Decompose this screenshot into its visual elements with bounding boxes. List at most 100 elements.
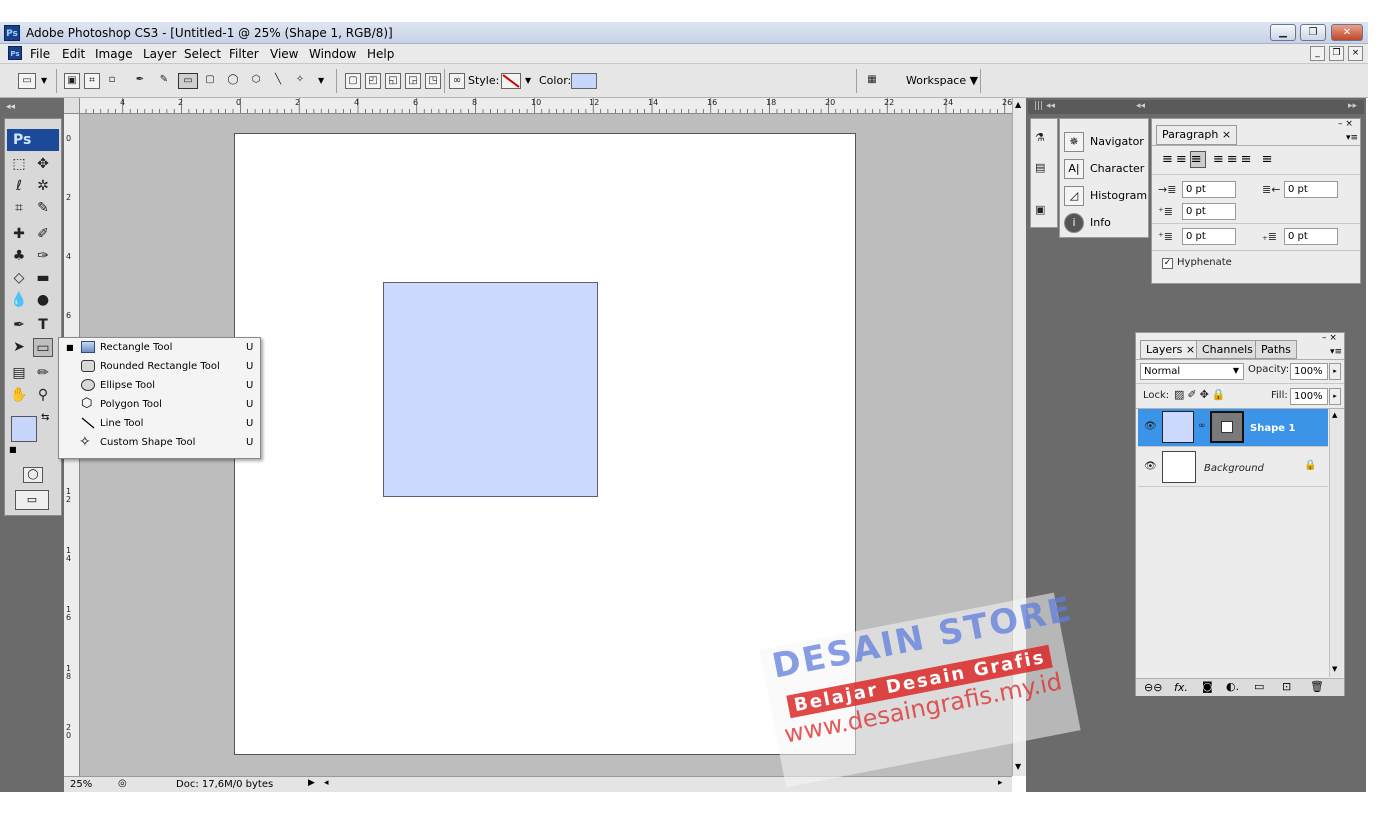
menu-view[interactable]: View [270, 47, 298, 61]
polygon-option-icon[interactable]: ⬡ [248, 73, 264, 89]
visibility-eye-icon[interactable]: 👁 [1144, 461, 1157, 472]
panel-minimize-icon[interactable]: – × [1338, 119, 1353, 129]
screen-mode-icon[interactable]: ▭ [15, 490, 49, 510]
custom-shape-option-icon[interactable]: ✧ [292, 73, 308, 89]
dock-expand-icon[interactable]: ▸▸ [1348, 101, 1357, 111]
swap-colors-icon[interactable]: ⇆ [41, 412, 49, 423]
exclude-shape-area-icon[interactable]: ◳ [425, 73, 441, 89]
menu-image[interactable]: Image [95, 47, 133, 61]
maximize-button[interactable]: ❐ [1300, 24, 1326, 41]
crop-tool-icon[interactable]: ⌗ [9, 199, 29, 218]
tool-presets-icon[interactable]: ▤ [1035, 161, 1045, 174]
space-before-field[interactable]: 0 pt [1182, 228, 1236, 245]
new-group-icon[interactable]: ▭ [1254, 680, 1264, 693]
notes-tool-icon[interactable]: ▤ [9, 364, 29, 383]
opacity-slider-icon[interactable]: ▸ [1329, 363, 1341, 380]
doc-minimize-button[interactable]: _ [1310, 46, 1325, 61]
dock-collapse-icon[interactable]: ◂◂ [1136, 101, 1145, 111]
rectangle-shape[interactable] [383, 282, 598, 497]
dock-collapse-icon[interactable]: ◂◂ [1046, 101, 1055, 111]
space-after-field[interactable]: 0 pt [1284, 228, 1338, 245]
layer-comps-icon[interactable]: ▣ [1035, 203, 1045, 216]
dodge-tool-icon[interactable]: ● [33, 291, 53, 310]
layer-name[interactable]: Shape 1 [1250, 423, 1295, 434]
tab-channels[interactable]: Channels [1196, 340, 1259, 359]
zoom-tool-icon[interactable]: ⚲ [33, 386, 53, 405]
healing-brush-tool-icon[interactable]: ✚ [9, 225, 29, 244]
menu-help[interactable]: Help [367, 47, 394, 61]
flyout-item-rounded-rectangle[interactable]: Rounded Rectangle Tool U [59, 357, 260, 376]
lock-icons[interactable]: ▨✐✥🔒 [1174, 388, 1229, 401]
indent-first-line-field[interactable]: 0 pt [1182, 203, 1236, 220]
adjustment-layer-icon[interactable]: ◐. [1226, 680, 1239, 693]
minimize-button[interactable]: ▁ [1270, 24, 1296, 41]
indent-right-field[interactable]: 0 pt [1284, 181, 1338, 198]
paths-icon[interactable]: ⌗ [84, 73, 100, 89]
pen-tool-icon[interactable]: ✒ [9, 316, 29, 335]
path-selection-tool-icon[interactable]: ➤ [9, 338, 29, 357]
link-layers-icon[interactable]: ⊖⊖ [1144, 681, 1162, 694]
status-menu-icon[interactable]: ▶ [308, 778, 315, 788]
style-dropdown-icon[interactable]: ▼ [525, 76, 531, 85]
fill-field[interactable]: 100% [1290, 388, 1328, 405]
eraser-tool-icon[interactable]: ◇ [9, 269, 29, 288]
line-option-icon[interactable]: ╲ [270, 73, 286, 89]
default-colors-icon[interactable]: ■ [9, 445, 17, 454]
hyphenate-checkbox[interactable]: ✓ [1162, 258, 1173, 269]
fx-icon[interactable]: fx. [1174, 681, 1188, 694]
histogram-tab[interactable]: ◿ Histogram [1064, 185, 1147, 207]
subtract-shape-area-icon[interactable]: ◱ [385, 73, 401, 89]
navigator-tab[interactable]: ✵ Navigator [1064, 131, 1144, 153]
blend-mode-select[interactable]: Normal ▼ [1140, 363, 1244, 380]
menu-filter[interactable]: Filter [229, 47, 259, 61]
marquee-tool-icon[interactable]: ⬚ [9, 155, 29, 174]
scroll-up-icon[interactable]: ▲ [1015, 100, 1021, 109]
link-layer-style-icon[interactable]: ∞ [449, 73, 465, 89]
bridge-icon[interactable]: ▦ [864, 73, 880, 89]
tab-layers[interactable]: Layers × [1140, 340, 1202, 359]
visibility-eye-icon[interactable]: 👁 [1144, 421, 1157, 432]
slice-tool-icon[interactable]: ✎ [33, 199, 53, 218]
blur-tool-icon[interactable]: 💧 [9, 291, 29, 310]
doc-close-button[interactable]: × [1348, 46, 1363, 61]
menu-layer[interactable]: Layer [143, 47, 176, 61]
magic-wand-tool-icon[interactable]: ✲ [33, 177, 53, 196]
gradient-tool-icon[interactable]: ▬ [33, 269, 53, 288]
indent-left-field[interactable]: 0 pt [1182, 181, 1236, 198]
freeform-pen-icon[interactable]: ✎ [156, 73, 172, 89]
layer-name[interactable]: Background [1204, 463, 1264, 474]
shape-layers-icon[interactable]: ▣ [64, 73, 80, 89]
pen-tool-icon[interactable]: ✒ [132, 73, 148, 89]
scroll-down-icon[interactable]: ▼ [1015, 762, 1021, 771]
eyedropper-tool-icon[interactable]: ✏ [33, 364, 53, 383]
align-buttons[interactable]: ≡≡≡ ≡≡≡ ≡ [1162, 151, 1276, 168]
preset-dropdown-icon[interactable]: ▼ [41, 76, 47, 85]
scroll-up-icon[interactable]: ▲ [1332, 411, 1337, 419]
history-brush-tool-icon[interactable]: ✑ [33, 247, 53, 266]
scroll-down-icon[interactable]: ▼ [1332, 665, 1337, 673]
flyout-item-ellipse[interactable]: Ellipse Tool U [59, 376, 260, 395]
opacity-field[interactable]: 100% [1290, 363, 1328, 380]
menu-edit[interactable]: Edit [62, 47, 85, 61]
rectangle-tool-icon[interactable]: ▭ [33, 338, 53, 357]
doc-restore-button[interactable]: ❐ [1329, 46, 1344, 61]
rounded-rectangle-option-icon[interactable]: ▢ [202, 73, 218, 89]
brushes-icon[interactable]: ⚗ [1035, 131, 1045, 144]
collapse-toolbox-icon[interactable]: ◂◂ [6, 102, 15, 112]
color-swatch[interactable] [571, 73, 597, 89]
hand-tool-icon[interactable]: ✋ [9, 386, 29, 405]
flyout-item-custom-shape[interactable]: ✧ Custom Shape Tool U [59, 433, 260, 452]
menu-select[interactable]: Select [184, 47, 221, 61]
menu-window[interactable]: Window [309, 47, 356, 61]
scroll-right-icon[interactable]: ▸ [998, 778, 1003, 788]
tab-paragraph[interactable]: Paragraph × [1156, 125, 1238, 145]
close-button[interactable]: ✕ [1331, 24, 1363, 41]
clone-stamp-tool-icon[interactable]: ♣ [9, 247, 29, 266]
shape-dropdown-icon[interactable]: ▼ [318, 76, 324, 85]
flyout-item-polygon[interactable]: ⬡ Polygon Tool U [59, 395, 260, 414]
rectangle-option-icon[interactable]: ▭ [178, 73, 198, 89]
panel-menu-icon[interactable]: ▾≡ [1330, 347, 1342, 357]
fill-pixels-icon[interactable]: ▫ [104, 73, 120, 89]
workspace-button[interactable]: Workspace ▼ [906, 74, 978, 87]
new-shape-layer-icon[interactable]: ▢ [345, 73, 361, 89]
